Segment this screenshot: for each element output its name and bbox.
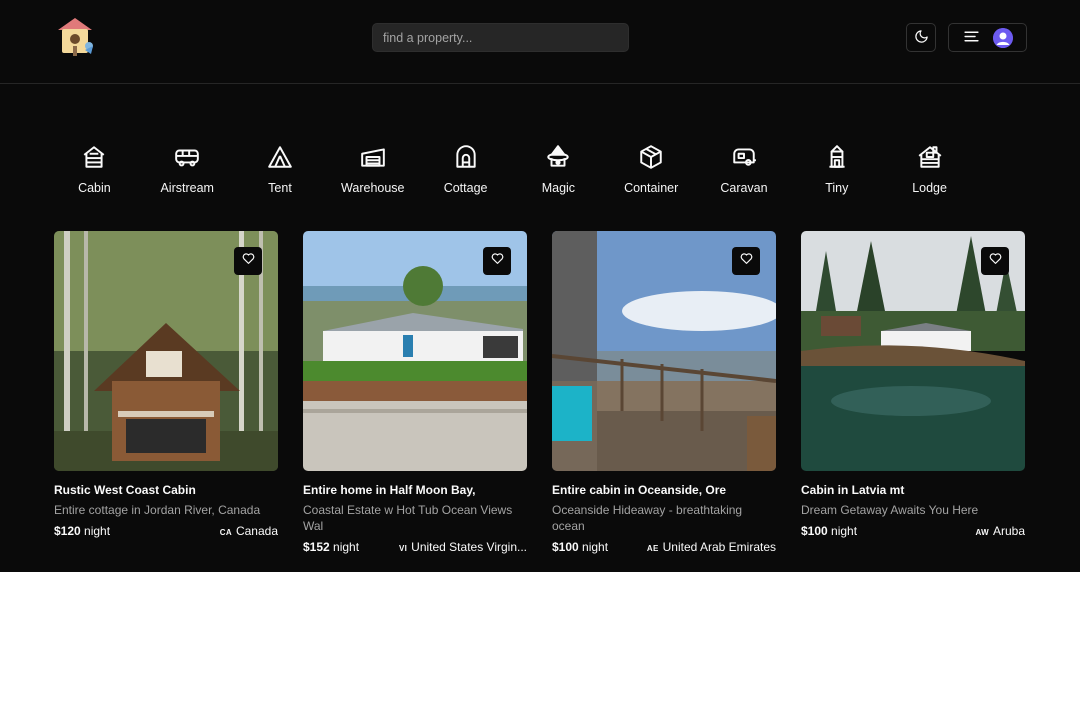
- birdhouse-logo-icon[interactable]: [55, 16, 95, 60]
- property-card[interactable]: Entire home in Half Moon Bay, Coastal Es…: [303, 231, 527, 554]
- heart-icon: [242, 252, 255, 270]
- airstream-icon: [174, 144, 200, 175]
- property-card[interactable]: Cabin in Latvia mt Dream Getaway Awaits …: [801, 231, 1025, 554]
- warehouse-icon: [360, 144, 386, 175]
- category-lodge[interactable]: Lodge: [883, 144, 976, 195]
- country-flag-code: AW: [975, 528, 989, 537]
- category-warehouse[interactable]: Warehouse: [326, 144, 419, 195]
- heart-icon: [491, 252, 504, 270]
- property-location: CA Canada: [219, 524, 278, 538]
- property-grid: Rustic West Coast Cabin Entire cottage i…: [54, 231, 1025, 554]
- favorite-button[interactable]: [732, 247, 760, 275]
- theme-toggle-button[interactable]: [906, 23, 936, 52]
- top-navbar: [0, 0, 1080, 84]
- moon-icon: [914, 29, 929, 47]
- property-description: Coastal Estate w Hot Tub Ocean Views Wal: [303, 503, 513, 533]
- cottage-icon: [453, 144, 479, 175]
- property-meta: $152 night VI United States Virgin...: [303, 540, 527, 554]
- property-description: Oceanside Hideaway - breathtaking ocean: [552, 503, 743, 533]
- property-title[interactable]: Entire home in Half Moon Bay,: [303, 483, 527, 497]
- property-location: AE United Arab Emirates: [646, 540, 776, 554]
- category-label: Caravan: [720, 181, 768, 195]
- property-price: $100 night: [801, 524, 858, 538]
- property-title[interactable]: Rustic West Coast Cabin: [54, 483, 278, 497]
- property-card[interactable]: Entire cabin in Oceanside, Ore Oceanside…: [552, 231, 776, 554]
- property-meta: $100 night AW Aruba: [801, 524, 1025, 538]
- property-photo[interactable]: [303, 231, 527, 471]
- property-price: $100 night: [552, 540, 609, 554]
- property-photo[interactable]: [801, 231, 1025, 471]
- property-meta: $100 night AE United Arab Emirates: [552, 540, 776, 554]
- app-shell: Cabin Airstream Tent Warehouse Cottage M…: [0, 0, 1080, 572]
- cabin-icon: [81, 144, 107, 175]
- property-location: VI United States Virgin...: [398, 540, 527, 554]
- container-icon: [638, 144, 664, 175]
- property-description: Dream Getaway Awaits You Here: [801, 503, 979, 517]
- property-meta: $120 night CA Canada: [54, 524, 278, 538]
- property-description: Entire cottage in Jordan River, Canada: [54, 503, 261, 517]
- category-label: Cabin: [78, 181, 111, 195]
- category-label: Magic: [541, 181, 576, 195]
- caravan-icon: [731, 144, 757, 175]
- property-location: AW Aruba: [975, 524, 1025, 538]
- property-photo[interactable]: [54, 231, 278, 471]
- category-magic[interactable]: Magic: [512, 144, 605, 195]
- category-caravan[interactable]: Caravan: [698, 144, 791, 195]
- country-flag-code: VI: [398, 544, 408, 553]
- property-price: $152 night: [303, 540, 360, 554]
- magic-icon: [545, 144, 571, 175]
- category-label: Tent: [268, 181, 292, 195]
- favorite-button[interactable]: [483, 247, 511, 275]
- category-tiny[interactable]: Tiny: [790, 144, 883, 195]
- lodge-icon: [917, 144, 943, 175]
- property-price: $120 night: [54, 524, 111, 538]
- category-label: Container: [624, 181, 679, 195]
- favorite-button[interactable]: [234, 247, 262, 275]
- property-card[interactable]: Rustic West Coast Cabin Entire cottage i…: [54, 231, 278, 554]
- avatar: [993, 27, 1013, 48]
- property-title[interactable]: Cabin in Latvia mt: [801, 483, 1025, 497]
- menu-lines-icon: [963, 28, 980, 48]
- category-label: Airstream: [160, 181, 214, 195]
- heart-icon: [989, 252, 1002, 270]
- heart-icon: [740, 252, 753, 270]
- category-label: Cottage: [443, 181, 488, 195]
- favorite-button[interactable]: [981, 247, 1009, 275]
- country-flag-code: CA: [219, 528, 232, 537]
- category-bar: Cabin Airstream Tent Warehouse Cottage M…: [48, 144, 976, 195]
- tiny-icon: [824, 144, 850, 175]
- category-container[interactable]: Container: [605, 144, 698, 195]
- category-cabin[interactable]: Cabin: [48, 144, 141, 195]
- property-photo[interactable]: [552, 231, 776, 471]
- category-airstream[interactable]: Airstream: [141, 144, 234, 195]
- category-label: Lodge: [912, 181, 947, 195]
- country-flag-code: AE: [646, 544, 659, 553]
- tent-icon: [267, 144, 293, 175]
- category-label: Warehouse: [341, 181, 405, 195]
- category-cottage[interactable]: Cottage: [419, 144, 512, 195]
- category-tent[interactable]: Tent: [234, 144, 327, 195]
- user-menu-button[interactable]: [948, 23, 1027, 52]
- category-label: Tiny: [825, 181, 849, 195]
- property-title[interactable]: Entire cabin in Oceanside, Ore: [552, 483, 776, 497]
- search-input[interactable]: [372, 23, 629, 52]
